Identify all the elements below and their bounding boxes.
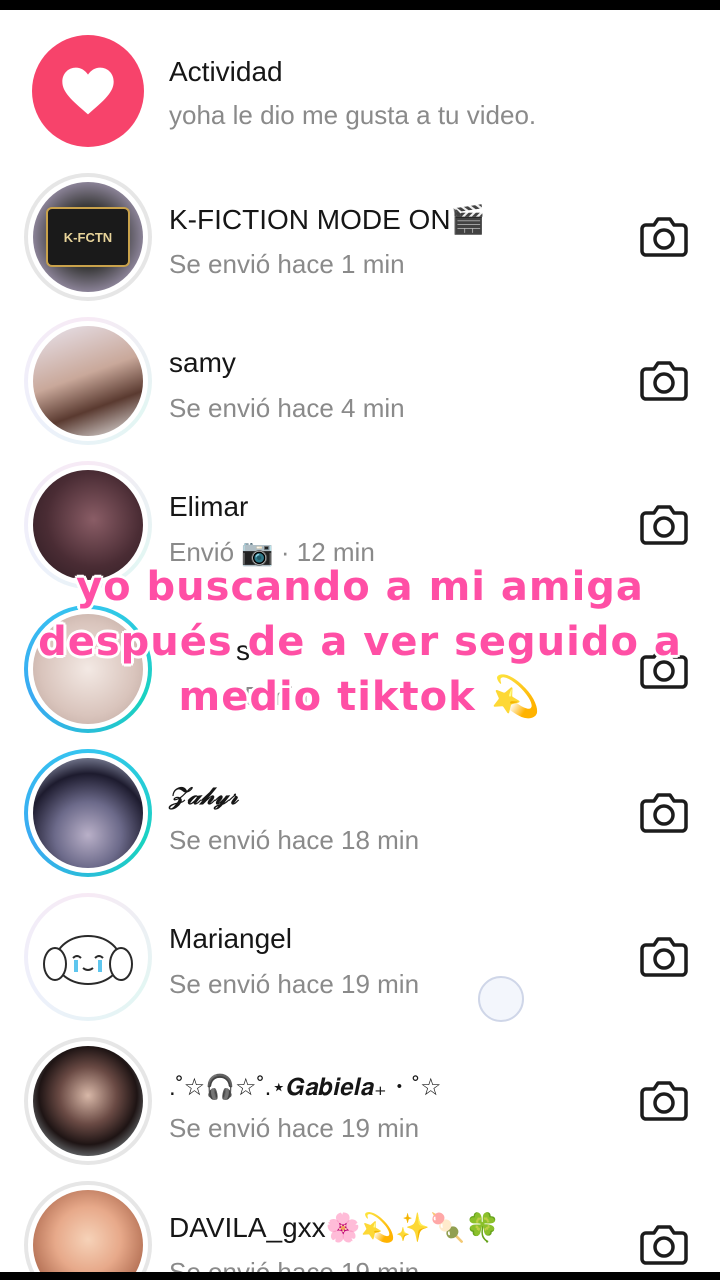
camera-icon[interactable] <box>640 501 688 545</box>
camera-icon[interactable] <box>640 1221 688 1265</box>
message-status: Se envió hace 19 min <box>169 1257 420 1272</box>
contact-name: Elimar <box>169 491 249 522</box>
avatar <box>33 1046 143 1156</box>
activity-avatar <box>32 35 144 147</box>
camera-icon[interactable] <box>640 933 688 977</box>
message-status: Se envió hace 1 min <box>169 249 405 279</box>
contact-name: .˚☆🎧☆˚.⋆𝑮𝒂𝒃𝒊𝒆𝒍𝒂₊ ･ ˚☆ <box>169 1074 442 1101</box>
video-caption-overlay: yo buscando a mi amiga después de a ver … <box>38 564 682 720</box>
heart-icon <box>62 67 114 115</box>
activity-row[interactable]: Actividad yoha le dio me gusta a tu vide… <box>0 20 720 164</box>
camera-icon[interactable] <box>640 213 688 257</box>
contact-name: K-FICTION MODE ON🎬 <box>169 204 486 235</box>
avatar-ring <box>24 1037 152 1165</box>
message-status: Se envió hace 18 min <box>169 825 420 855</box>
avatar <box>33 902 143 1012</box>
list-item[interactable]: .˚☆🎧☆˚.⋆𝑮𝒂𝒃𝒊𝒆𝒍𝒂₊ ･ ˚☆ Se envió hace 19 m… <box>0 1027 720 1171</box>
avatar <box>33 758 143 868</box>
contact-name: samy <box>169 347 236 378</box>
list-item[interactable]: samy Se envió hace 4 min <box>0 307 720 451</box>
avatar-ring: K-FCTN <box>24 173 152 301</box>
list-item[interactable]: DAVILA_gxx🌸💫✨🍡🍀 Se envió hace 19 min <box>0 1171 720 1272</box>
camera-icon[interactable] <box>640 789 688 833</box>
list-item[interactable]: K-FCTN K-FICTION MODE ON🎬 Se envió hace … <box>0 163 720 307</box>
camera-icon[interactable] <box>640 1077 688 1121</box>
avatar-ring <box>24 1181 152 1272</box>
bunny-icon <box>43 935 133 985</box>
avatar <box>33 326 143 436</box>
contact-name: Mariangel <box>169 923 292 954</box>
list-item[interactable]: Mariangel Se envió hace 19 min <box>0 883 720 1027</box>
activity-subtitle: yoha le dio me gusta a tu video. <box>169 100 537 130</box>
activity-title: Actividad <box>169 56 283 87</box>
list-item[interactable]: 𝒵𝒶𝒽𝓎𝓇 Se envió hace 18 min <box>0 739 720 883</box>
message-status: Se envió hace 19 min <box>169 1113 420 1143</box>
contact-name: DAVILA_gxx🌸💫✨🍡🍀 <box>169 1212 500 1243</box>
navigation-bar <box>0 1272 720 1280</box>
message-status: Se envió hace 19 min <box>169 969 420 999</box>
camera-icon[interactable] <box>640 357 688 401</box>
avatar-ring <box>24 317 152 445</box>
avatar-ring <box>24 893 152 1021</box>
contact-name: 𝒵𝒶𝒽𝓎𝓇 <box>169 781 239 810</box>
avatar-label: K-FCTN <box>46 207 130 267</box>
message-status: Se envió hace 4 min <box>169 393 405 423</box>
avatar <box>33 1190 143 1272</box>
touch-indicator <box>478 976 524 1022</box>
avatar: K-FCTN <box>33 182 143 292</box>
status-bar <box>0 0 720 10</box>
avatar-ring <box>24 749 152 877</box>
